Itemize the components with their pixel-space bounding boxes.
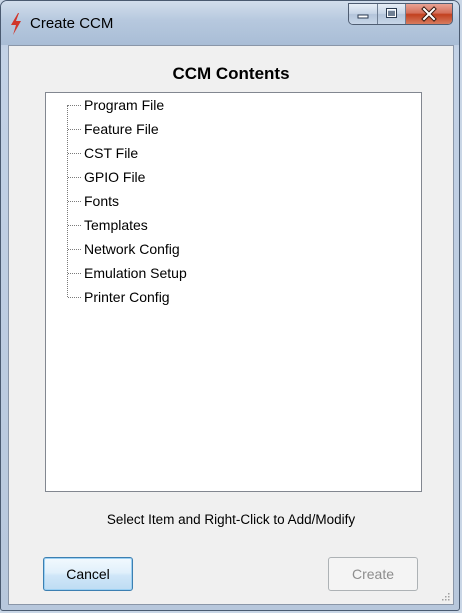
resize-grip-icon[interactable] bbox=[440, 591, 450, 601]
page-title: CCM Contents bbox=[172, 64, 290, 83]
tree-branch-line bbox=[68, 297, 81, 298]
minimize-icon bbox=[357, 14, 369, 19]
tree-item-label: Printer Config bbox=[84, 289, 170, 305]
tree-branch-line bbox=[68, 177, 81, 178]
tree-item-label: Network Config bbox=[84, 241, 180, 257]
caption-buttons bbox=[348, 3, 453, 25]
tree-item-cst-file[interactable]: CST File bbox=[46, 141, 421, 165]
tree-item-label: CST File bbox=[84, 145, 139, 161]
tree-item-feature-file[interactable]: Feature File bbox=[46, 117, 421, 141]
maximize-icon bbox=[386, 8, 397, 18]
tree-item-emulation-setup[interactable]: Emulation Setup bbox=[46, 261, 421, 285]
title-bar[interactable]: Create CCM bbox=[1, 1, 459, 45]
maximize-button[interactable] bbox=[377, 4, 405, 24]
close-icon bbox=[421, 6, 437, 22]
tree-branch-line bbox=[68, 249, 81, 250]
tree-branch-line bbox=[68, 225, 81, 226]
close-button[interactable] bbox=[405, 4, 452, 24]
minimize-button[interactable] bbox=[349, 4, 377, 24]
tree-item-label: Program File bbox=[84, 97, 165, 113]
tree-branch-line bbox=[68, 129, 81, 130]
tree-branch-line bbox=[68, 273, 81, 274]
tree-item-label: GPIO File bbox=[84, 169, 146, 185]
tree-item-gpio-file[interactable]: GPIO File bbox=[46, 165, 421, 189]
tree-item-network-config[interactable]: Network Config bbox=[46, 237, 421, 261]
cancel-button[interactable]: Cancel bbox=[43, 557, 133, 591]
tree-item-label: Templates bbox=[84, 217, 148, 233]
tree-item-fonts[interactable]: Fonts bbox=[46, 189, 421, 213]
window-title: Create CCM bbox=[30, 15, 114, 32]
tree-item-label: Emulation Setup bbox=[84, 265, 187, 281]
tree-branch-line bbox=[68, 105, 81, 106]
lightning-icon bbox=[11, 13, 21, 35]
instruction-text: Select Item and Right-Click to Add/Modif… bbox=[106, 512, 356, 527]
dialog-window: Create CCM CCM Contents Program File Fea… bbox=[0, 0, 460, 611]
tree-item-program-file[interactable]: Program File bbox=[46, 93, 421, 117]
tree-item-printer-config[interactable]: Printer Config bbox=[46, 285, 421, 309]
tree-item-label: Feature File bbox=[84, 121, 159, 137]
tree-branch-line bbox=[68, 201, 81, 202]
dialog-client-area: CCM Contents Program File Feature File C… bbox=[8, 45, 454, 605]
create-button[interactable]: Create bbox=[328, 557, 418, 591]
tree-item-templates[interactable]: Templates bbox=[46, 213, 421, 237]
tree-item-label: Fonts bbox=[84, 193, 120, 209]
ccm-contents-tree[interactable]: Program File Feature File CST File GPIO … bbox=[45, 92, 422, 492]
tree-branch-line bbox=[68, 153, 81, 154]
